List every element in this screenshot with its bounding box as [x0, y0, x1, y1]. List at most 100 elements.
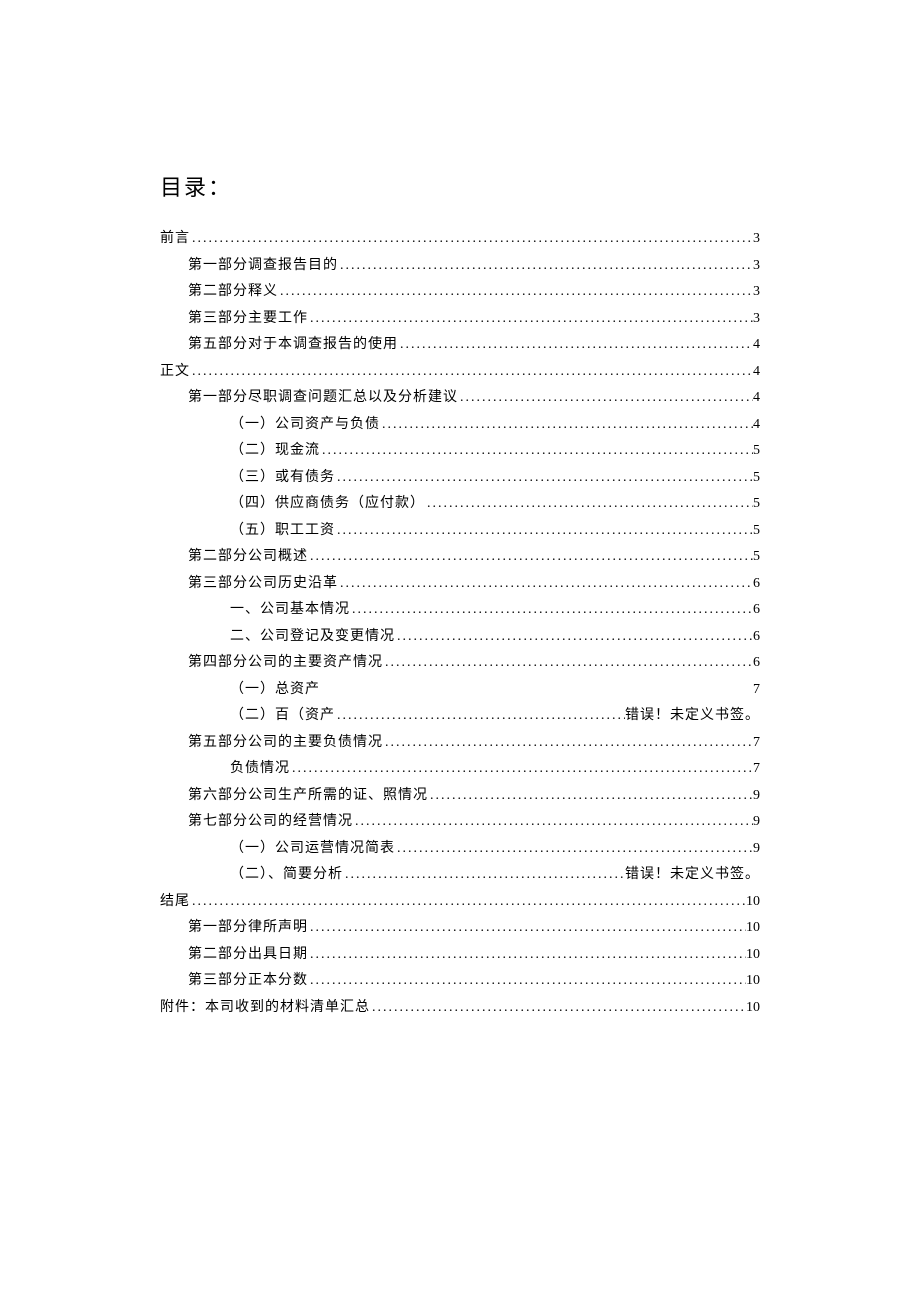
toc-title: 目录： — [160, 170, 760, 202]
toc-leader: ........................................… — [335, 518, 753, 545]
toc-entry[interactable]: 第三部分主要工作................................… — [160, 306, 760, 333]
toc-entry[interactable]: 第一部分律所声明................................… — [160, 915, 760, 942]
toc-entry[interactable]: 第六部分公司生产所需的证、照情况........................… — [160, 783, 760, 810]
toc-leader: ........................................… — [395, 836, 753, 863]
toc-leader: ........................................… — [380, 412, 753, 439]
toc-leader: ........................................… — [458, 385, 753, 412]
toc-entry-text: （二）百（资产 — [230, 703, 335, 730]
toc-entry-text: 第七部分公司的经营情况 — [188, 809, 353, 836]
toc-entry[interactable]: 第一部分调查报告目的..............................… — [160, 253, 760, 280]
toc-entry[interactable]: （一）公司运营情况简表.............................… — [160, 836, 760, 863]
toc-entry-text: （一）总资产 — [230, 677, 320, 704]
toc-page-number: 5 — [753, 465, 760, 492]
toc-entry-text: 第三部分主要工作 — [188, 306, 308, 333]
toc-entry[interactable]: （四）供应商债务（应付款）...........................… — [160, 491, 760, 518]
toc-entry[interactable]: 第五部分对于本调查报告的使用..........................… — [160, 332, 760, 359]
toc-leader: ........................................… — [320, 438, 753, 465]
toc-entry-text: 负债情况 — [230, 756, 290, 783]
toc-entry-text: 第一部分律所声明 — [188, 915, 308, 942]
toc-leader: ........................................… — [190, 226, 753, 253]
toc-leader: ........................................… — [335, 703, 625, 730]
toc-page-number: 10 — [746, 942, 760, 969]
toc-entry-text: 第三部分公司历史沿革 — [188, 571, 338, 598]
toc-entry[interactable]: （二）现金流..................................… — [160, 438, 760, 465]
toc-entry-text: 附件：本司收到的材料清单汇总 — [160, 995, 370, 1022]
toc-entry[interactable]: 附件：本司收到的材料清单汇总..........................… — [160, 995, 760, 1022]
toc-entry-text: （五）职工工资 — [230, 518, 335, 545]
toc-entry-text: 第二部分公司概述 — [188, 544, 308, 571]
toc-page-number: 10 — [746, 915, 760, 942]
toc-entry[interactable]: 结尾......................................… — [160, 889, 760, 916]
toc-page-number: 7 — [753, 677, 760, 704]
toc-page-number: 5 — [753, 491, 760, 518]
toc-entry-text: 第二部分释义 — [188, 279, 278, 306]
toc-entry-text: 第三部分正本分数 — [188, 968, 308, 995]
toc-entry[interactable]: 正文......................................… — [160, 359, 760, 386]
toc-leader: ........................................… — [335, 465, 753, 492]
toc-entry-text: 结尾 — [160, 889, 190, 916]
toc-leader: ........................................… — [308, 942, 746, 969]
toc-entry[interactable]: 第二部分公司概述................................… — [160, 544, 760, 571]
toc-entry[interactable]: （一）总资产..................................… — [160, 677, 760, 704]
toc-entry[interactable]: 第三部分公司历史沿革..............................… — [160, 571, 760, 598]
toc-leader: ........................................… — [338, 571, 753, 598]
toc-page-number: 7 — [753, 730, 760, 757]
toc-entry[interactable]: 前言......................................… — [160, 226, 760, 253]
toc-page-number: 3 — [753, 306, 760, 333]
toc-page-number: 7 — [753, 756, 760, 783]
toc-entry[interactable]: 负债情况....................................… — [160, 756, 760, 783]
toc-entry[interactable]: （二）、简要分析................................… — [160, 862, 760, 889]
toc-page-number: 6 — [753, 624, 760, 651]
toc-leader: ........................................… — [308, 306, 753, 333]
toc-page-number: 10 — [746, 968, 760, 995]
toc-entry-text: 第一部分调查报告目的 — [188, 253, 338, 280]
toc-page-number: 10 — [746, 995, 760, 1022]
toc-entry[interactable]: （五）职工工资.................................… — [160, 518, 760, 545]
toc-entry[interactable]: 第四部分公司的主要资产情况...........................… — [160, 650, 760, 677]
toc-leader: ........................................… — [395, 624, 753, 651]
toc-leader: ........................................… — [278, 279, 753, 306]
toc-entry-text: 前言 — [160, 226, 190, 253]
toc-entry[interactable]: 第三部分正本分数................................… — [160, 968, 760, 995]
toc-page-number: 3 — [753, 226, 760, 253]
toc-entry[interactable]: 二、公司登记及变更情况.............................… — [160, 624, 760, 651]
toc-entry-text: （二）、简要分析 — [230, 862, 343, 889]
toc-page-number: 4 — [753, 412, 760, 439]
toc-entry-text: （二）现金流 — [230, 438, 320, 465]
toc-leader: ........................................… — [308, 544, 753, 571]
toc-entry-text: （四）供应商债务（应付款） — [230, 491, 425, 518]
toc-page-number: 5 — [753, 518, 760, 545]
toc-page-number: 9 — [753, 783, 760, 810]
toc-entry-text: 正文 — [160, 359, 190, 386]
toc-entry-text: 第五部分对于本调查报告的使用 — [188, 332, 398, 359]
toc-entry[interactable]: （一）公司资产与负债..............................… — [160, 412, 760, 439]
toc-page-number: 4 — [753, 332, 760, 359]
toc-page-number: 4 — [753, 359, 760, 386]
toc-leader: ........................................… — [353, 809, 753, 836]
toc-leader: ........................................… — [350, 597, 753, 624]
toc-entry[interactable]: 第二部分出具日期................................… — [160, 942, 760, 969]
toc-entry[interactable]: 第七部分公司的经营情况.............................… — [160, 809, 760, 836]
toc-page-number: 4 — [753, 385, 760, 412]
toc-entry[interactable]: 第二部分释义..................................… — [160, 279, 760, 306]
toc-entry-text: 第四部分公司的主要资产情况 — [188, 650, 383, 677]
toc-entry-text: 第二部分出具日期 — [188, 942, 308, 969]
toc-page-number: 10 — [746, 889, 760, 916]
toc-entry[interactable]: 第一部分尽职调查问题汇总以及分析建议......................… — [160, 385, 760, 412]
toc-page-number: 6 — [753, 650, 760, 677]
toc-leader: ........................................… — [290, 756, 753, 783]
toc-container: 前言......................................… — [160, 226, 760, 1021]
toc-entry-text: （一）公司运营情况简表 — [230, 836, 395, 863]
toc-entry-text: 第六部分公司生产所需的证、照情况 — [188, 783, 428, 810]
toc-entry-text: （三）或有债务 — [230, 465, 335, 492]
toc-leader: ........................................… — [190, 359, 753, 386]
toc-entry[interactable]: 一、公司基本情况................................… — [160, 597, 760, 624]
toc-entry-text: 第一部分尽职调查问题汇总以及分析建议 — [188, 385, 458, 412]
toc-leader: ........................................… — [338, 253, 753, 280]
toc-entry[interactable]: 第五部分公司的主要负债情况...........................… — [160, 730, 760, 757]
toc-entry[interactable]: （二）百（资产.................................… — [160, 703, 760, 730]
toc-page-number: 3 — [753, 279, 760, 306]
toc-entry[interactable]: （三）或有债务.................................… — [160, 465, 760, 492]
toc-entry-text: 一、公司基本情况 — [230, 597, 350, 624]
toc-entry-text: 第五部分公司的主要负债情况 — [188, 730, 383, 757]
